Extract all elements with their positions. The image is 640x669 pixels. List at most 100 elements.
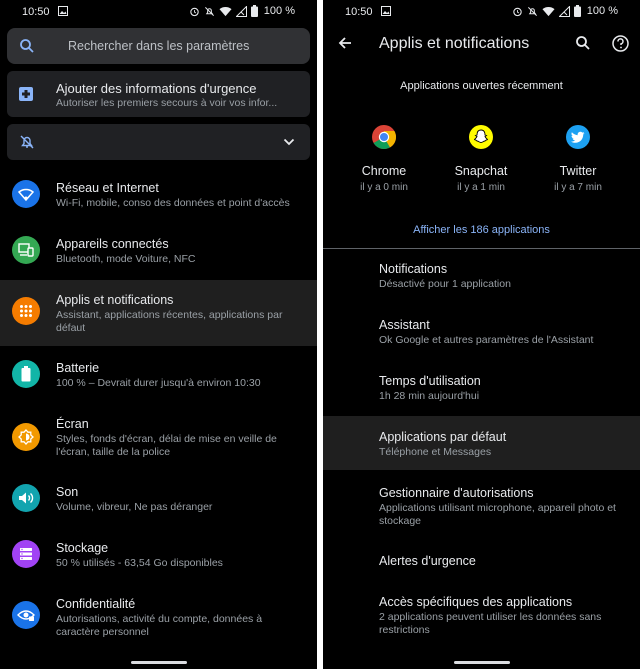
battery-icon	[12, 360, 40, 388]
settings-item-title: Écran	[56, 417, 89, 431]
wifi-icon	[219, 6, 232, 16]
menu-item-subtitle: Ok Google et autres paramètres de l'Assi…	[379, 334, 594, 346]
recent-apps-heading: Applications ouvertes récemment	[400, 80, 563, 92]
emergency-info-title: Ajouter des informations d'urgence	[56, 81, 257, 96]
settings-item-title: Stockage	[56, 541, 109, 555]
menu-item-title: Temps d'utilisation	[379, 374, 481, 388]
menu-item-emergency-alerts[interactable]: Alertes d'urgence	[323, 540, 640, 584]
show-all-apps-link[interactable]: Afficher les 186 applications	[323, 224, 640, 236]
bell-off-icon	[204, 6, 214, 16]
recent-app-name: Chrome	[361, 164, 407, 178]
storage-icon	[12, 540, 40, 568]
dnd-suggestion-card[interactable]	[7, 124, 310, 160]
status-time: 10:50	[345, 6, 373, 18]
status-bar: 10:50 100 %	[323, 0, 640, 24]
menu-item-title: Accès spécifiques des applications	[379, 595, 573, 609]
apps-grid-icon	[12, 297, 40, 325]
search-icon[interactable]	[575, 35, 591, 51]
privacy-eye-icon	[12, 601, 40, 629]
settings-item-title: Applis et notifications	[56, 293, 174, 307]
settings-item-subtitle: Styles, fonds d'écran, délai de mise en …	[56, 433, 277, 458]
settings-item-display[interactable]: Écran Styles, fonds d'écran, délai de mi…	[0, 404, 317, 470]
menu-item-title: Assistant	[379, 318, 430, 332]
menu-item-title: Alertes d'urgence	[379, 554, 476, 568]
menu-item-title: Notifications	[379, 262, 448, 276]
settings-item-subtitle: Volume, vibreur, Ne pas déranger	[56, 501, 213, 513]
menu-item-default-apps[interactable]: Applications par défaut Téléphone et Mes…	[323, 416, 640, 470]
recent-app-name: Snapchat	[454, 164, 508, 178]
settings-item-subtitle: Autorisations, activité du compte, donné…	[56, 613, 263, 638]
recent-app-twitter[interactable]: Twitter il y a 7 min	[533, 124, 623, 193]
page-title: Applis et notifications	[379, 35, 530, 52]
recent-app-snapchat[interactable]: Snapchat il y a 1 min	[436, 124, 526, 193]
wifi-icon	[542, 6, 555, 16]
apps-notifications-screen: 10:50 100 % Applis et notifications Appl…	[323, 0, 640, 669]
back-arrow-icon[interactable]	[337, 35, 353, 51]
menu-item-subtitle: Applications utilisant microphone, appar…	[379, 502, 616, 527]
alarm-icon	[190, 7, 199, 16]
settings-item-privacy[interactable]: Confidentialité Autorisations, activité …	[0, 584, 317, 650]
recent-app-time: il y a 0 min	[360, 182, 408, 193]
gesture-nav-bar[interactable]	[131, 661, 187, 664]
menu-item-subtitle: Téléphone et Messages	[379, 446, 492, 458]
emergency-info-subtitle: Autoriser les premiers secours à voir vo…	[56, 97, 278, 109]
menu-item-subtitle: Désactivé pour 1 application	[379, 278, 511, 290]
volume-icon	[12, 484, 40, 512]
menu-item-notifications[interactable]: Notifications Désactivé pour 1 applicati…	[323, 250, 640, 306]
chevron-down-icon[interactable]	[283, 138, 295, 146]
app-bar: Applis et notifications	[323, 24, 640, 64]
devices-icon	[12, 236, 40, 264]
settings-item-battery[interactable]: Batterie 100 % – Devrait durer jusqu'à e…	[0, 348, 317, 404]
settings-item-subtitle: Assistant, applications récentes, applic…	[56, 309, 283, 334]
settings-item-title: Son	[56, 485, 79, 499]
menu-item-title: Gestionnaire d'autorisations	[379, 486, 534, 500]
snapchat-logo-icon	[469, 125, 493, 149]
settings-item-apps[interactable]: Applis et notifications Assistant, appli…	[0, 280, 317, 346]
recent-app-name: Twitter	[559, 164, 597, 178]
menu-item-subtitle: 2 applications peuvent utiliser les donn…	[379, 611, 602, 636]
signal-off-icon	[235, 5, 247, 17]
wifi-icon	[12, 180, 40, 208]
bell-off-icon	[527, 6, 537, 16]
gesture-nav-bar[interactable]	[454, 661, 510, 664]
settings-item-sound[interactable]: Son Volume, vibreur, Ne pas déranger	[0, 472, 317, 528]
emergency-info-card[interactable]: Ajouter des informations d'urgence Autor…	[7, 71, 310, 117]
status-bar: 10:50 100 %	[0, 0, 317, 24]
bell-off-icon	[20, 135, 34, 149]
signal-off-icon	[558, 5, 570, 17]
recent-app-time: il y a 1 min	[457, 182, 505, 193]
image-notification-icon	[381, 6, 391, 16]
settings-item-connected-devices[interactable]: Appareils connectés Bluetooth, mode Voit…	[0, 224, 317, 280]
menu-item-permission-manager[interactable]: Gestionnaire d'autorisations Application…	[323, 474, 640, 540]
menu-item-subtitle: 1h 28 min aujourd'hui	[379, 390, 480, 402]
settings-item-title: Appareils connectés	[56, 237, 169, 251]
menu-item-title: Applications par défaut	[379, 430, 507, 444]
settings-item-subtitle: 100 % – Devrait durer jusqu'à environ 10…	[56, 377, 261, 389]
twitter-logo-icon	[566, 125, 590, 149]
status-time: 10:50	[22, 6, 50, 18]
image-notification-icon	[58, 6, 68, 16]
help-icon[interactable]	[612, 35, 629, 52]
search-placeholder: Rechercher dans les paramètres	[68, 39, 250, 53]
settings-item-title: Confidentialité	[56, 597, 136, 611]
search-icon	[20, 39, 34, 53]
settings-item-storage[interactable]: Stockage 50 % utilisés - 63,54 Go dispon…	[0, 528, 317, 584]
chrome-logo-icon	[372, 125, 397, 150]
recent-app-chrome[interactable]: Chrome il y a 0 min	[339, 124, 429, 193]
settings-item-subtitle: Wi-Fi, mobile, conso des données et poin…	[56, 197, 290, 209]
battery-icon	[573, 5, 581, 17]
settings-item-subtitle: 50 % utilisés - 63,54 Go disponibles	[56, 557, 223, 569]
battery-icon	[250, 5, 258, 17]
battery-percent: 100 %	[586, 5, 618, 17]
search-bar[interactable]: Rechercher dans les paramètres	[7, 28, 310, 64]
menu-item-screen-time[interactable]: Temps d'utilisation 1h 28 min aujourd'hu…	[323, 362, 640, 418]
settings-item-title: Réseau et Internet	[56, 181, 159, 195]
battery-percent: 100 %	[263, 5, 295, 17]
settings-item-title: Batterie	[56, 361, 100, 375]
divider	[323, 248, 640, 249]
settings-item-network[interactable]: Réseau et Internet Wi-Fi, mobile, conso …	[0, 168, 317, 224]
menu-item-assistant[interactable]: Assistant Ok Google et autres paramètres…	[323, 306, 640, 362]
medical-plus-icon	[19, 87, 33, 101]
menu-item-special-app-access[interactable]: Accès spécifiques des applications 2 app…	[323, 584, 640, 650]
settings-item-subtitle: Bluetooth, mode Voiture, NFC	[56, 253, 196, 265]
